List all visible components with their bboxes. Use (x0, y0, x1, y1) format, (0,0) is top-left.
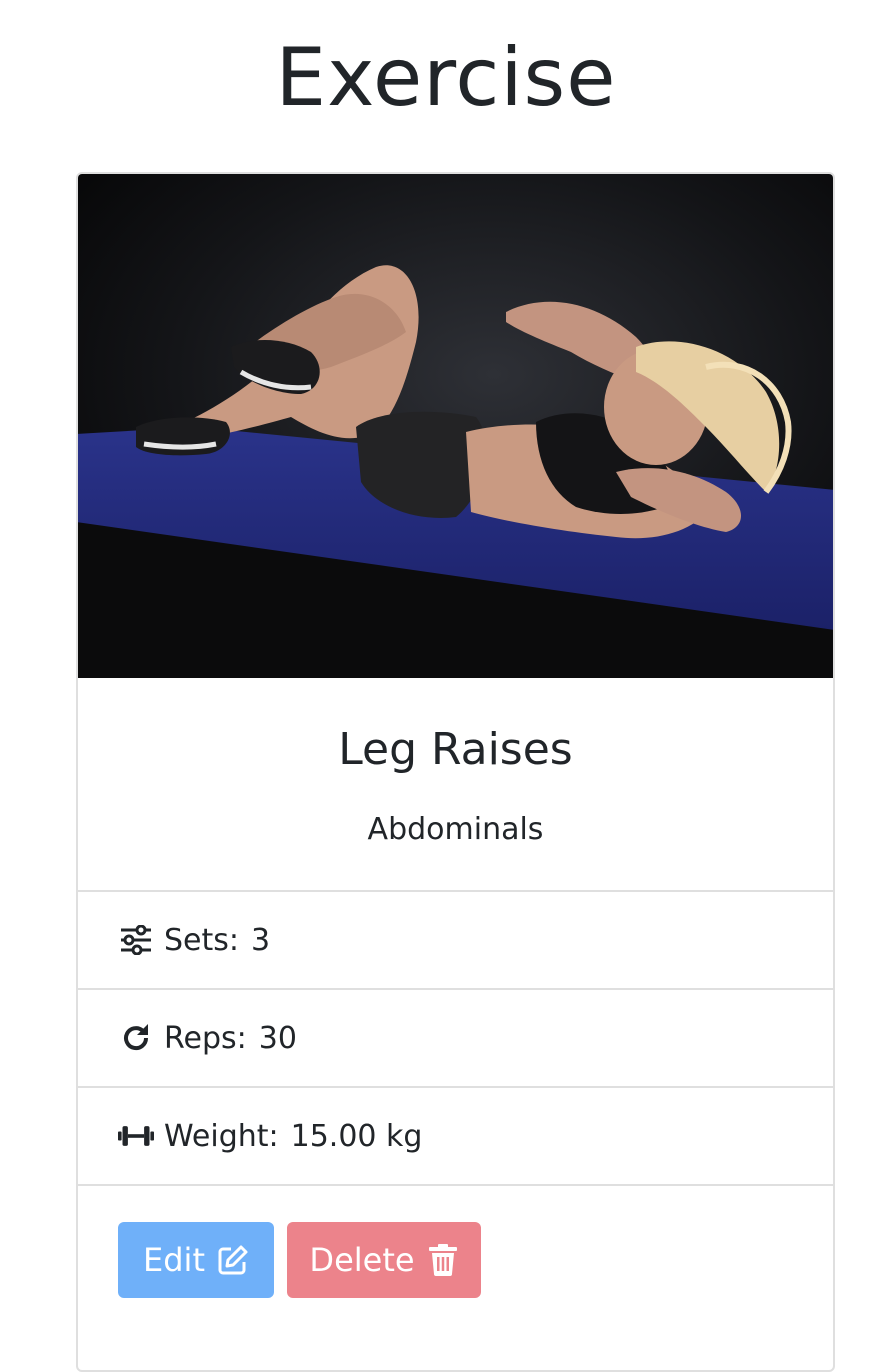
actions-row: Edit Delete (78, 1184, 833, 1344)
exercise-photo (78, 174, 833, 678)
edit-icon (217, 1244, 249, 1276)
delete-button-label: Delete (309, 1241, 415, 1279)
dumbbell-icon (118, 1118, 154, 1154)
exercise-name: Leg Raises (338, 724, 573, 775)
card-body: Leg Raises Abdominals (78, 680, 833, 890)
page-title: Exercise (275, 31, 617, 124)
edit-button[interactable]: Edit (118, 1222, 274, 1298)
reps-value: 30 (258, 1020, 297, 1056)
sliders-icon (118, 922, 154, 958)
sets-value: 3 (251, 922, 271, 958)
delete-button[interactable]: Delete (287, 1222, 481, 1298)
sets-row: Sets: 3 (78, 890, 833, 988)
weight-label: Weight: (164, 1118, 279, 1154)
muscle-group: Abdominals (367, 812, 544, 847)
reps-row: Reps: 30 (78, 988, 833, 1086)
trash-icon (427, 1244, 459, 1276)
reps-label: Reps: (164, 1020, 247, 1056)
sets-label: Sets: (164, 922, 239, 958)
exercise-card: Leg Raises Abdominals Sets: 3 Reps: 30 W… (76, 172, 835, 1372)
weight-value: 15.00 kg (290, 1118, 423, 1154)
redo-icon (118, 1020, 154, 1056)
weight-row: Weight: 15.00 kg (78, 1086, 833, 1184)
edit-button-label: Edit (143, 1241, 205, 1279)
